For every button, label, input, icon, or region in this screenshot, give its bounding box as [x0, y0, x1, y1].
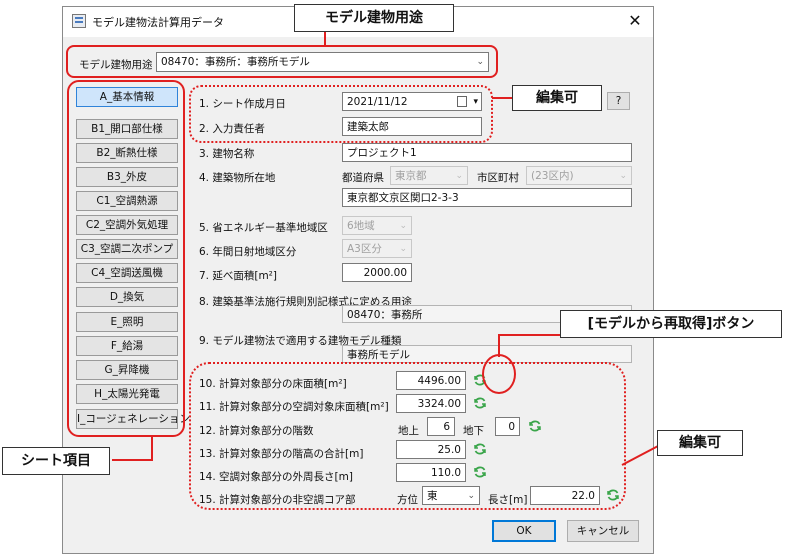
field-4-label: 4. 建築物所在地: [199, 172, 276, 184]
address-input[interactable]: 東京都文京区関口2-3-3: [342, 188, 632, 207]
usage-highlight: [66, 45, 498, 78]
climate-zone-select[interactable]: 6地域 ⌄: [342, 216, 412, 235]
chevron-down-icon: ⌄: [399, 244, 407, 254]
prefecture-value: 東京都: [395, 170, 427, 182]
sidebar-highlight: [67, 80, 185, 437]
callout-refetch: [モデルから再取得]ボタン: [560, 310, 782, 338]
callout-usage: モデル建物用途: [294, 4, 454, 32]
close-button[interactable]: ✕: [626, 12, 644, 30]
climate-zone-value: 6地域: [347, 220, 375, 232]
chevron-down-icon: ⌄: [455, 171, 463, 181]
field-7-label: 7. 延べ面積[m²]: [199, 270, 277, 282]
prefecture-select[interactable]: 東京都 ⌄: [390, 166, 468, 185]
cancel-button[interactable]: キャンセル: [567, 520, 639, 542]
window-title: モデル建物法計算用データ: [92, 16, 224, 29]
chevron-down-icon: ⌄: [399, 221, 407, 231]
callout-sheet-items: シート項目: [2, 447, 110, 475]
callout-editable-top: 編集可: [512, 85, 602, 111]
solar-zone-value: A3区分: [347, 243, 382, 255]
city-value: (23区内): [531, 170, 574, 182]
city-select[interactable]: (23区内) ⌄: [526, 166, 632, 185]
ok-button[interactable]: OK: [492, 520, 556, 542]
field-3-label: 3. 建物名称: [199, 148, 255, 160]
total-floor-area-input[interactable]: 2000.00: [342, 263, 412, 282]
editable-bottom-highlight: [189, 362, 626, 510]
chevron-down-icon: ⌄: [619, 171, 627, 181]
field-6-label: 6. 年間日射地域区分: [199, 246, 297, 258]
field-5-label: 5. 省エネルギー基準地域区: [199, 222, 328, 234]
help-button[interactable]: ?: [607, 92, 630, 110]
city-label: 市区町村: [477, 172, 519, 184]
building-name-input[interactable]: プロジェクト1: [342, 143, 632, 162]
solar-zone-select[interactable]: A3区分 ⌄: [342, 239, 412, 258]
prefecture-label: 都道府県: [342, 172, 384, 184]
refetch-highlight: [482, 354, 516, 394]
app-icon: [72, 14, 86, 28]
callout-editable-bottom: 編集可: [657, 430, 743, 456]
editable-top-highlight: [189, 85, 493, 143]
